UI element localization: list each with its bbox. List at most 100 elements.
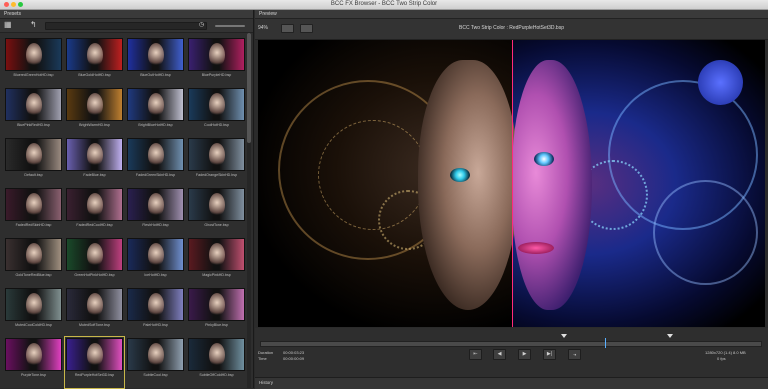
- preset-tile[interactable]: GreenHotPinkHotHD.bsp: [66, 238, 123, 287]
- preset-tile[interactable]: BluePurpleHD.bsp: [188, 38, 245, 87]
- preset-tile[interactable]: FadedOrangeSkinHD.bsp: [188, 138, 245, 187]
- preset-label: PaleHotHD.bsp: [143, 323, 168, 327]
- presets-title: Presets: [4, 11, 21, 17]
- preview-toolbar: 94% BCC Two Strip Color : RedPurpleHotSe…: [255, 19, 768, 40]
- preset-thumbnail[interactable]: [127, 238, 184, 271]
- preset-thumbnail[interactable]: [188, 238, 245, 271]
- search-input[interactable]: [45, 22, 207, 30]
- preset-label: FadedGreenSkinHD.bsp: [135, 173, 176, 177]
- thumbnail-face: [87, 293, 103, 317]
- preset-tile[interactable]: FleshHotHD.bsp: [127, 188, 184, 237]
- preset-thumbnail[interactable]: [5, 88, 62, 121]
- step-forward-button[interactable]: ▶|: [543, 349, 556, 360]
- preset-thumbnail[interactable]: [66, 188, 123, 221]
- preset-tile[interactable]: MagicPinkHD.bsp: [188, 238, 245, 287]
- thumbnail-face: [209, 293, 225, 317]
- preset-thumbnail[interactable]: [127, 138, 184, 171]
- preset-label: FleshHotHD.bsp: [142, 223, 169, 227]
- preset-thumbnail[interactable]: [127, 88, 184, 121]
- preset-thumbnail[interactable]: [66, 238, 123, 271]
- preset-tile[interactable]: BlueOutHotHD.bsp: [127, 38, 184, 87]
- preset-tile[interactable]: RedPurpleHotSet3D.bsp: [64, 336, 125, 389]
- grid-view-icon[interactable]: ▦: [4, 21, 12, 29]
- preset-label: MutedSoftTone.bsp: [79, 323, 110, 327]
- preset-label: SubtleOffColdHD.bsp: [199, 373, 234, 377]
- preset-tile[interactable]: SubtleOffColdHD.bsp: [188, 338, 245, 387]
- out-marker[interactable]: [667, 334, 673, 338]
- scrollbar-thumb[interactable]: [247, 33, 251, 143]
- preset-label: BrightWarmHD.bsp: [79, 123, 110, 127]
- preset-tile[interactable]: BrightWarmHD.bsp: [66, 88, 123, 137]
- preset-tile[interactable]: BlueredGreenHotHD.bsp: [5, 38, 62, 87]
- thumbnail-face: [26, 293, 42, 317]
- play-button[interactable]: ▶: [518, 349, 531, 360]
- preset-thumbnail[interactable]: [127, 38, 184, 71]
- preset-tile[interactable]: FadedRedCoolHD.bsp: [66, 188, 123, 237]
- fps-info: 0 fps: [717, 356, 726, 361]
- preset-tile[interactable]: MutedCoolColdHD.bsp: [5, 288, 62, 337]
- preset-thumbnail[interactable]: [5, 338, 62, 371]
- preset-tile[interactable]: CoolHotHD.bsp: [188, 88, 245, 137]
- preset-thumbnail[interactable]: [66, 338, 123, 371]
- preset-tile[interactable]: BluePinkRedHD.bsp: [5, 88, 62, 137]
- preset-tile[interactable]: SubtleCool.bsp: [127, 338, 184, 387]
- preset-thumbnail[interactable]: [66, 38, 123, 71]
- preview-title: Preview: [259, 11, 277, 17]
- clock-icon[interactable]: ◷: [199, 21, 204, 29]
- preset-label: CoolHotHD.bsp: [204, 123, 229, 127]
- preset-tile[interactable]: PaleHotHD.bsp: [127, 288, 184, 337]
- in-marker[interactable]: [561, 334, 567, 338]
- preset-thumbnail[interactable]: [188, 338, 245, 371]
- thumbnail-size-slider[interactable]: [215, 25, 245, 27]
- preset-thumbnail[interactable]: [5, 38, 62, 71]
- preset-thumbnail[interactable]: [5, 138, 62, 171]
- presets-toolbar: ▦ ↰ ◷: [0, 19, 253, 33]
- step-back-button[interactable]: ◀: [493, 349, 506, 360]
- preset-tile[interactable]: FadedGreenSkinHD.bsp: [127, 138, 184, 187]
- timeline-track[interactable]: [260, 341, 762, 347]
- preset-tile[interactable]: IceHotHD.bsp: [127, 238, 184, 287]
- go-to-end-button[interactable]: ⇥: [568, 349, 581, 360]
- go-to-start-button[interactable]: ⇤: [469, 349, 482, 360]
- thumbnail-face: [26, 93, 42, 117]
- preview-canvas[interactable]: [258, 40, 765, 327]
- preset-label: GoldToneRedBlue.bsp: [15, 273, 52, 277]
- thumbnail-face: [148, 343, 164, 367]
- clock-ring: [653, 180, 758, 285]
- preset-thumbnail[interactable]: [127, 188, 184, 221]
- preset-tile[interactable]: Default.bsp: [5, 138, 62, 187]
- thumbnail-face: [87, 43, 103, 67]
- preset-tile[interactable]: PinkyBlue.bsp: [188, 288, 245, 337]
- preset-tile[interactable]: PurpleTone.bsp: [5, 338, 62, 387]
- back-arrow-icon[interactable]: ↰: [30, 21, 37, 29]
- preset-thumbnail[interactable]: [188, 188, 245, 221]
- preset-tile[interactable]: GhostTone.bsp: [188, 188, 245, 237]
- preset-thumbnail[interactable]: [127, 288, 184, 321]
- preset-thumbnail[interactable]: [5, 288, 62, 321]
- preset-tile[interactable]: FadedRedSkinHD.bsp: [5, 188, 62, 237]
- preset-tile[interactable]: FadeBlue.bsp: [66, 138, 123, 187]
- preset-thumbnail[interactable]: [188, 88, 245, 121]
- preset-tile[interactable]: GoldToneRedBlue.bsp: [5, 238, 62, 287]
- presets-panel: Presets ▦ ↰ ◷ BlueredGreenHotHD.bsp BlueG…: [0, 10, 254, 389]
- thumbnail-face: [148, 93, 164, 117]
- thumbnail-face: [26, 43, 42, 67]
- preset-thumbnail[interactable]: [66, 138, 123, 171]
- playhead[interactable]: [605, 338, 606, 348]
- preset-thumbnail[interactable]: [188, 288, 245, 321]
- preset-thumbnail[interactable]: [188, 38, 245, 71]
- preset-tile[interactable]: BlueGoldHotHD.bsp: [66, 38, 123, 87]
- lips: [518, 242, 554, 254]
- thumbnail-face: [87, 93, 103, 117]
- preset-thumbnail[interactable]: [66, 288, 123, 321]
- presets-scrollbar[interactable]: [247, 33, 251, 388]
- preset-tile[interactable]: BrightBlueHotHD.bsp: [127, 88, 184, 137]
- preset-thumbnail[interactable]: [5, 188, 62, 221]
- preset-thumbnail[interactable]: [66, 88, 123, 121]
- split-divider[interactable]: [512, 40, 513, 327]
- preset-thumbnail[interactable]: [127, 338, 184, 371]
- preset-thumbnail[interactable]: [5, 238, 62, 271]
- preset-label: BlueGoldHotHD.bsp: [78, 73, 111, 77]
- preset-thumbnail[interactable]: [188, 138, 245, 171]
- preset-tile[interactable]: MutedSoftTone.bsp: [66, 288, 123, 337]
